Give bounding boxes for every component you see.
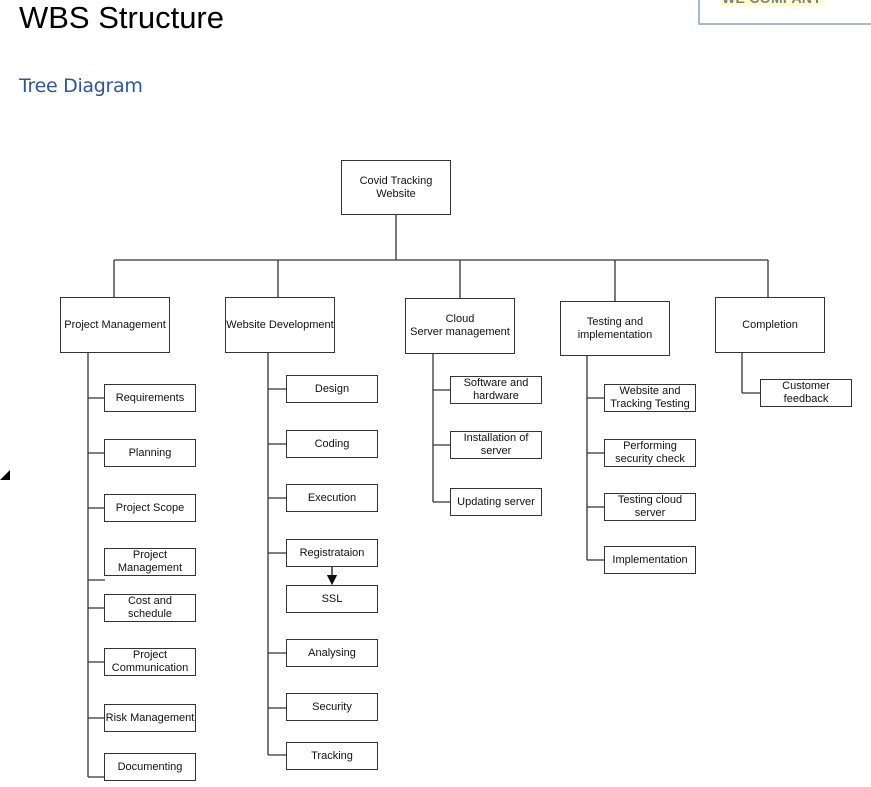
task-node: Coding [286, 430, 378, 458]
task-node: Design [286, 375, 378, 403]
branch-node-cloud-server: Cloud Server management [405, 298, 515, 354]
task-node: Risk Management [104, 704, 196, 732]
task-node: Project Scope [104, 494, 196, 522]
task-node: Customer feedback [760, 379, 852, 407]
task-node: Updating server [450, 488, 542, 516]
task-node: Testing cloud server [604, 493, 696, 521]
task-node: Security [286, 693, 378, 721]
task-node: Tracking [286, 742, 378, 770]
task-node: Implementation [604, 546, 696, 574]
task-node: Website and Tracking Testing [604, 384, 696, 412]
task-node: Cost and schedule [104, 594, 196, 622]
task-node: Project Management [104, 548, 196, 576]
task-node: Software and hardware [450, 376, 542, 404]
branch-node-website-development: Website Development [225, 297, 335, 353]
task-node: Registrataion [286, 539, 378, 567]
task-node: Installation of server [450, 431, 542, 459]
task-node: Requirements [104, 384, 196, 412]
task-node: Analysing [286, 639, 378, 667]
branch-node-project-management: Project Management [60, 297, 170, 353]
task-node: Planning [104, 439, 196, 467]
root-node: Covid Tracking Website [341, 160, 451, 215]
branch-node-testing: Testing and implementation [560, 301, 670, 356]
task-node: Performing security check [604, 439, 696, 467]
task-node: Documenting [104, 753, 196, 781]
task-node: SSL [286, 585, 378, 613]
task-node: Project Communication [104, 648, 196, 676]
branch-node-completion: Completion [715, 297, 825, 353]
task-node: Execution [286, 484, 378, 512]
